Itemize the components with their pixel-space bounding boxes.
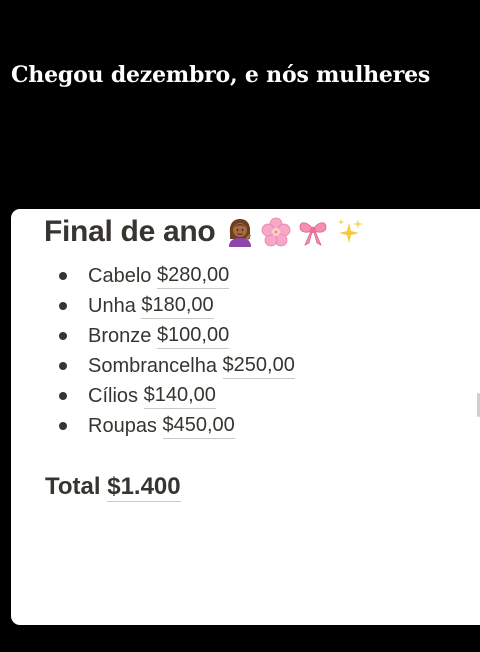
item-label: Roupas [88,414,157,437]
list-item: Cabelo $280,00 [59,261,295,291]
item-label: Unha [88,294,136,317]
item-amount: $450,00 [162,414,235,439]
list-item: Roupas $450,00 [59,411,295,441]
list-item: Unha $180,00 [59,291,295,321]
video-caption: Chegou dezembro, e nós mulheres [11,62,431,88]
bullet-icon [59,422,67,430]
title-emojis [225,217,365,247]
item-amount: $140,00 [143,384,216,409]
bullet-icon [59,392,67,400]
item-amount: $100,00 [156,324,230,349]
bullet-icon [59,332,67,340]
note-title: Final de ano [44,215,216,248]
cherry-blossom-emoji [262,217,291,247]
sparkles-emoji [337,219,364,243]
note-title-row: Final de ano [44,215,365,249]
item-label: Bronze [88,324,152,347]
list-item: Bronze $100,00 [59,321,295,351]
ribbon-emoji [300,222,327,246]
item-label: Sombrancelha [88,354,217,377]
item-label: Cílios [88,384,139,407]
bullet-icon [59,272,67,280]
total-line: Total $1.400 [45,473,181,502]
expense-list: Cabelo $280,00 Unha $180,00 Bronze $100,… [59,261,295,441]
list-item: Sombrancelha $250,00 [59,351,295,381]
note-card: Final de ano Cabelo $280,00 Unha $180,00… [11,209,480,625]
item-amount: $250,00 [222,354,295,379]
total-amount: $1.400 [107,473,181,502]
total-label: Total [45,473,101,500]
woman-tipping-hand-emoji [229,219,252,247]
bullet-icon [59,302,67,310]
item-label: Cabelo [88,264,152,287]
item-amount: $180,00 [141,294,214,319]
bullet-icon [59,362,67,370]
list-item: Cílios $140,00 [59,381,295,411]
item-amount: $280,00 [156,264,230,289]
